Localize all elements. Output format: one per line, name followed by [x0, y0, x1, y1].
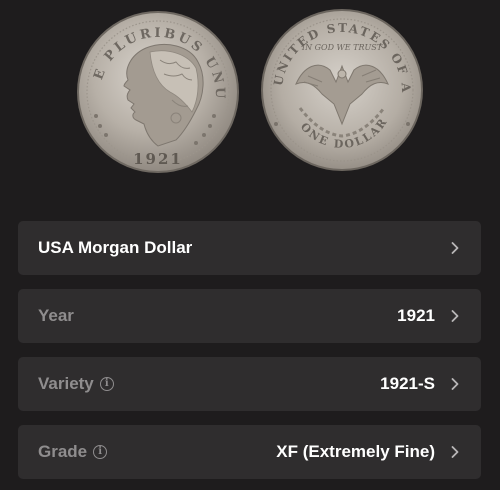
- info-icon[interactable]: i: [99, 377, 114, 391]
- variety-value: 1921-S: [380, 374, 435, 393]
- year-label: Year: [38, 306, 74, 325]
- coin-detail-screen: E PLURIBUS UNUM 1921: [0, 0, 500, 490]
- obverse-date: 1921: [133, 150, 183, 168]
- variety-label-group: Variety i: [38, 374, 114, 394]
- year-value: 1921: [397, 306, 435, 325]
- grade-label: Grade: [38, 442, 88, 461]
- grade-value: XF (Extremely Fine): [276, 442, 435, 461]
- coin-images-svg: E PLURIBUS UNUM 1921: [0, 0, 423, 173]
- coin-name-row[interactable]: USA Morgan Dollar: [18, 221, 481, 275]
- obverse-coin: E PLURIBUS UNUM 1921: [0, 0, 239, 173]
- coin-images: E PLURIBUS UNUM 1921: [0, 0, 500, 190]
- chevron-right-icon: [451, 242, 459, 254]
- reverse-motto: IN GOD WE TRUST: [301, 43, 383, 52]
- grade-row[interactable]: Grade i XF (Extremely Fine): [18, 425, 481, 479]
- chevron-right-icon: [451, 310, 459, 322]
- grade-label-group: Grade i: [38, 442, 108, 462]
- info-icon[interactable]: i: [93, 445, 108, 459]
- chevron-right-icon: [451, 378, 459, 390]
- year-row[interactable]: Year 1921: [18, 289, 481, 343]
- coin-name-label: USA Morgan Dollar: [38, 238, 193, 257]
- variety-label: Variety: [38, 374, 94, 393]
- chevron-right-icon: [451, 446, 459, 458]
- variety-row[interactable]: Variety i 1921-S: [18, 357, 481, 411]
